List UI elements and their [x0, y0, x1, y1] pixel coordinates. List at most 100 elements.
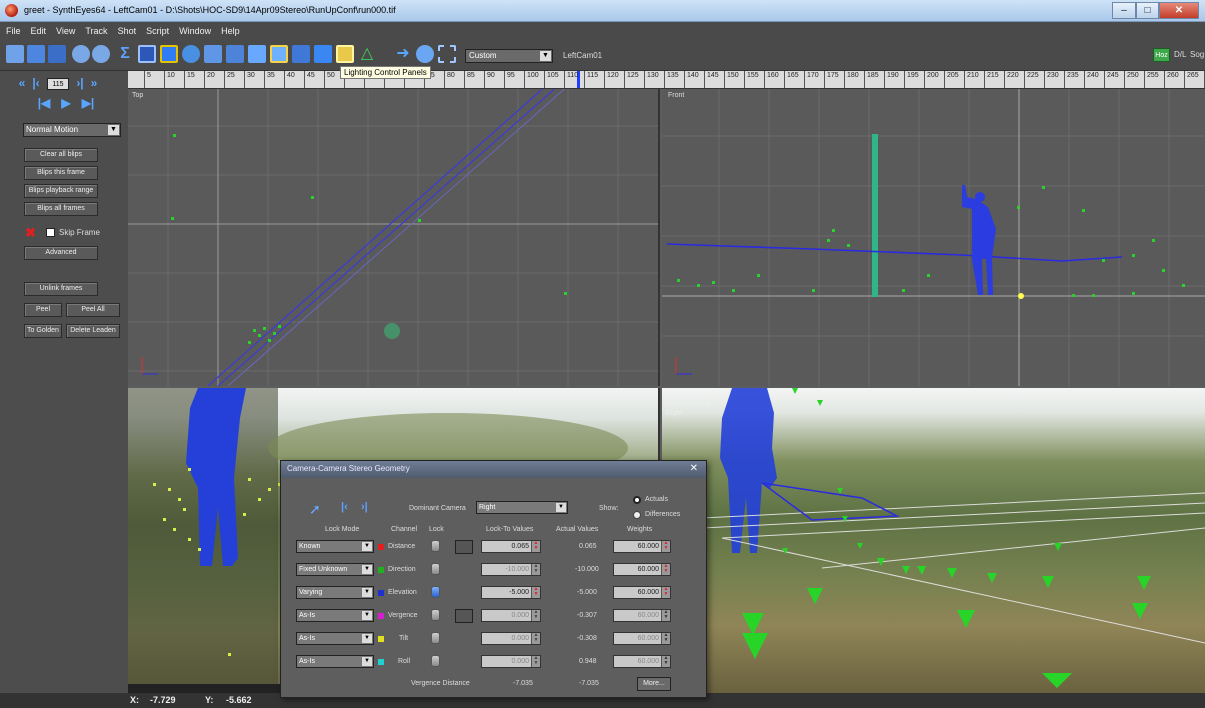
zoom-icon[interactable] [416, 45, 434, 63]
skip-frame-checkbox[interactable] [46, 228, 55, 237]
prev-key-icon[interactable]: |‹ [29, 77, 43, 90]
lockto-tilt[interactable]: 0.000 ▲ ▼ [481, 632, 541, 645]
to-golden-button[interactable]: To Golden [24, 324, 62, 338]
menu-file[interactable]: File [6, 26, 21, 36]
rewind-start-icon[interactable]: « [15, 77, 29, 90]
menu-window[interactable]: Window [179, 26, 211, 36]
step-back-icon[interactable]: |◀ [33, 97, 55, 110]
coordinate-panel-icon[interactable] [204, 45, 222, 63]
lockto-vergence[interactable]: 0.000 ▲ ▼ [481, 609, 541, 622]
spinner-icon[interactable]: ▲ ▼ [661, 587, 670, 598]
dl-toggle[interactable]: D/L [1174, 50, 1186, 59]
solver-panel-icon[interactable] [182, 45, 200, 63]
lighting-panel-icon[interactable] [336, 45, 354, 63]
redo-icon[interactable] [92, 45, 110, 63]
frame-number-field[interactable]: 115 [47, 77, 69, 90]
timeline-bar[interactable]: 5101520253035404550556065707580859095100… [128, 71, 1205, 89]
advanced-button[interactable]: Advanced [24, 246, 98, 260]
weight-direction[interactable]: 60.000 ▲ ▼ [613, 563, 671, 576]
menu-shot[interactable]: Shot [118, 26, 137, 36]
play-icon[interactable]: ▶ [55, 97, 77, 110]
phase-panel-icon[interactable] [248, 45, 266, 63]
lockto-direction[interactable]: -10.000 ▲ ▼ [481, 563, 541, 576]
minimize-button[interactable]: – [1112, 2, 1136, 19]
weight-roll[interactable]: 60.000 ▲ ▼ [613, 655, 671, 668]
blips-this-frame-button[interactable]: Blips this frame [24, 166, 98, 180]
lens-panel-icon[interactable] [226, 45, 244, 63]
spinner-icon[interactable]: ▲ ▼ [531, 541, 540, 552]
front-viewport[interactable]: Front [662, 89, 1205, 386]
top-viewport[interactable]: Top [128, 89, 660, 386]
clear-all-blips-button[interactable]: Clear all blips [24, 148, 98, 162]
perspective-viewport[interactable]: Perspective Front Camera Right [662, 388, 1205, 693]
lock-mode-select-distance[interactable]: Known ▼ [296, 540, 374, 553]
lock-icon[interactable] [431, 540, 440, 552]
spinner-icon[interactable]: ▲ ▼ [661, 656, 670, 667]
forward-arrow-icon[interactable]: ➜ [394, 45, 412, 63]
close-button[interactable]: ✕ [1159, 2, 1199, 19]
lock-icon[interactable] [431, 632, 440, 644]
more-button[interactable]: More... [637, 677, 671, 691]
next-key-icon[interactable]: ›| [73, 77, 87, 90]
spinner-icon[interactable]: ▲ ▼ [531, 656, 540, 667]
lock-set-button[interactable] [455, 540, 473, 554]
dominant-camera-select[interactable]: Right ▼ [476, 501, 568, 514]
lock-icon[interactable] [431, 609, 440, 621]
new-file-icon[interactable] [6, 45, 24, 63]
weight-tilt[interactable]: 60.000 ▲ ▼ [613, 632, 671, 645]
step-forward-icon[interactable]: ▶| [77, 97, 99, 110]
lockto-elevation[interactable]: -5.000 ▲ ▼ [481, 586, 541, 599]
spinner-icon[interactable]: ▲ ▼ [531, 610, 540, 621]
sog-toggle[interactable]: Sog [1190, 50, 1204, 59]
weight-elevation[interactable]: 60.000 ▲ ▼ [613, 586, 671, 599]
spinner-icon[interactable]: ▲ ▼ [661, 564, 670, 575]
graph-panel-icon[interactable] [270, 45, 288, 63]
motion-mode-select[interactable]: Normal Motion ▼ [23, 123, 121, 137]
lock-icon[interactable] [431, 586, 440, 598]
open-folder-icon[interactable] [27, 45, 45, 63]
lock-icon[interactable] [431, 655, 440, 667]
menu-script[interactable]: Script [146, 26, 169, 36]
mesh-panel-icon[interactable] [292, 45, 310, 63]
hoz-toggle[interactable]: Hoz [1153, 48, 1170, 62]
lock-mode-select-roll[interactable]: As-Is ▼ [296, 655, 374, 668]
select-region-icon[interactable] [438, 45, 456, 63]
save-icon[interactable] [48, 45, 66, 63]
paint-panel-icon[interactable] [314, 45, 332, 63]
spinner-icon[interactable]: ▲ ▼ [531, 587, 540, 598]
menu-edit[interactable]: Edit [31, 26, 47, 36]
lockto-distance[interactable]: 0.065 ▲ ▼ [481, 540, 541, 553]
spinner-icon[interactable]: ▲ ▼ [661, 633, 670, 644]
tracker-panel-icon[interactable] [160, 45, 178, 63]
maximize-button[interactable]: □ [1136, 2, 1159, 19]
forward-end-icon[interactable]: » [87, 77, 101, 90]
blips-all-frames-button[interactable]: Blips all frames [24, 202, 98, 216]
spinner-icon[interactable]: ▲ ▼ [531, 633, 540, 644]
lock-mode-select-tilt[interactable]: As-Is ▼ [296, 632, 374, 645]
menu-track[interactable]: Track [85, 26, 107, 36]
spinner-icon[interactable]: ▲ ▼ [661, 541, 670, 552]
lock-mode-select-vergence[interactable]: As-Is ▼ [296, 609, 374, 622]
lock-mode-select-elevation[interactable]: Varying ▼ [296, 586, 374, 599]
unlink-frames-button[interactable]: Unlink frames [24, 282, 98, 296]
lockto-roll[interactable]: 0.000 ▲ ▼ [481, 655, 541, 668]
prev-frame-icon[interactable]: |‹ [341, 501, 348, 513]
peel-all-button[interactable]: Peel All [66, 303, 120, 317]
peel-button[interactable]: Peel [24, 303, 62, 317]
spinner-icon[interactable]: ▲ ▼ [531, 564, 540, 575]
summary-panel-icon[interactable] [138, 45, 156, 63]
weight-vergence[interactable]: 60.000 ▲ ▼ [613, 609, 671, 622]
actuals-radio[interactable] [633, 496, 641, 504]
menu-view[interactable]: View [56, 26, 75, 36]
delete-leaden-button[interactable]: Delete Leaden [66, 324, 120, 338]
shadow-panel-icon[interactable]: △ [358, 45, 376, 63]
weight-distance[interactable]: 60.000 ▲ ▼ [613, 540, 671, 553]
dialog-close-button[interactable]: ✕ [690, 463, 698, 474]
differences-radio[interactable] [633, 511, 641, 519]
lock-set-button[interactable] [455, 609, 473, 623]
spinner-icon[interactable]: ▲ ▼ [661, 610, 670, 621]
lock-icon[interactable] [431, 563, 440, 575]
lock-mode-select-direction[interactable]: Fixed Unknown ▼ [296, 563, 374, 576]
solve-sigma-icon[interactable]: Σ [116, 45, 134, 63]
delete-x-icon[interactable]: ✖ [25, 226, 38, 239]
